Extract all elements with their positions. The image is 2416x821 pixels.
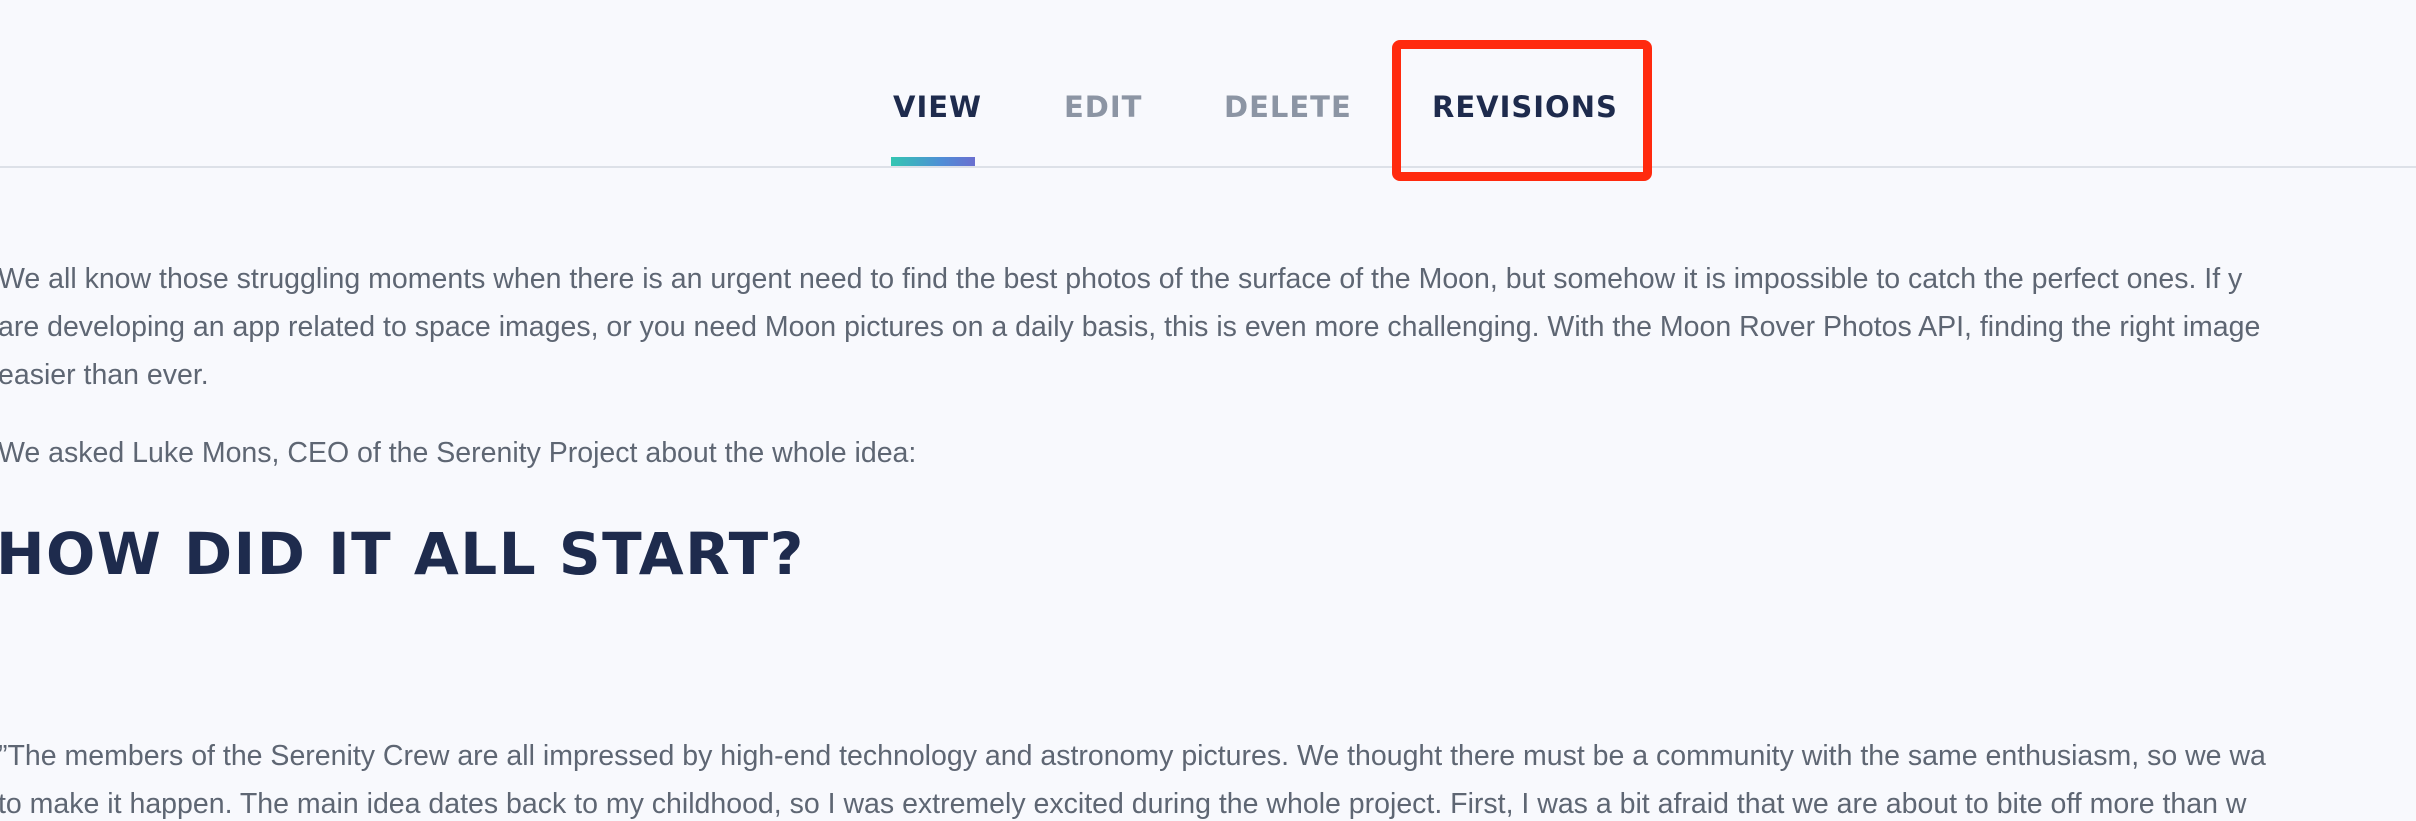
- section-heading: HOW DID IT ALL START?: [0, 520, 805, 588]
- question-line: We asked Luke Mons, CEO of the Serenity …: [0, 437, 917, 469]
- tab-delete[interactable]: DELETE: [1224, 90, 1352, 124]
- tab-view[interactable]: VIEW: [893, 90, 982, 124]
- active-tab-indicator: [891, 157, 975, 166]
- revisions-highlight-box: [1392, 40, 1652, 181]
- intro-line-3: easier than ever.: [0, 359, 209, 391]
- tab-bar: VIEW EDIT DELETE REVISIONS: [0, 0, 2416, 168]
- intro-line-2: are developing an app related to space i…: [0, 311, 2261, 343]
- quote-line-2: to make it happen. The main idea dates b…: [0, 788, 2247, 820]
- tab-edit[interactable]: EDIT: [1064, 90, 1142, 124]
- intro-line-1: We all know those struggling moments whe…: [0, 263, 2243, 295]
- quote-line-1: ”The members of the Serenity Crew are al…: [0, 740, 2266, 772]
